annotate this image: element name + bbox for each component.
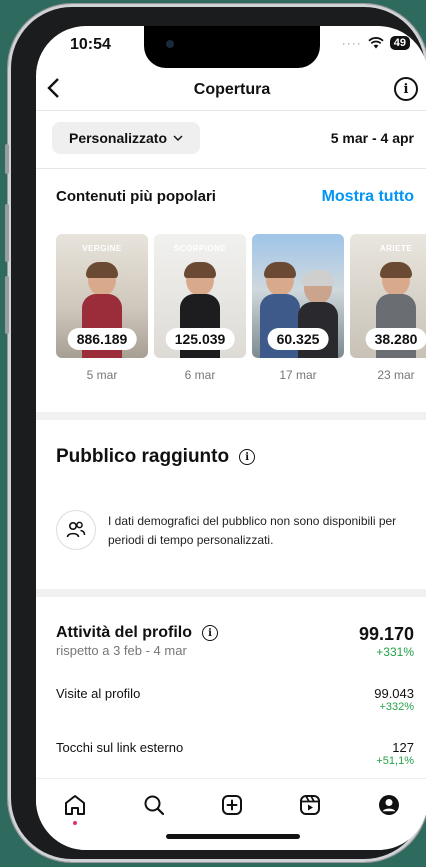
reels-icon[interactable] — [296, 791, 324, 819]
info-icon[interactable]: i — [202, 625, 218, 641]
volume-down-button — [5, 276, 9, 334]
profile-activity-label: Attività del profilo — [56, 624, 192, 641]
reach-count: 38.280 — [365, 328, 426, 350]
reach-count: 886.189 — [67, 328, 137, 350]
signal-icon: ···· — [341, 36, 362, 50]
content-date: 23 mar — [377, 368, 415, 382]
create-icon[interactable] — [218, 791, 246, 819]
metric-value: 127 — [392, 740, 414, 755]
metric-label: Visite al profilo — [56, 686, 141, 701]
metric-value: 99.043 — [374, 686, 414, 701]
reach-count: 125.039 — [165, 328, 235, 350]
thumbnail-dates: 5 mar 6 mar 17 mar 23 mar — [56, 368, 426, 382]
divider — [36, 110, 426, 111]
profile-activity-delta: +331% — [376, 645, 414, 659]
status-time: 10:54 — [70, 36, 111, 53]
thumbnail-caption: ARIETE — [379, 244, 413, 253]
content-date: 17 mar — [279, 368, 317, 382]
content-date: 5 mar — [86, 368, 118, 382]
thumbnail-caption: SCORPIONE — [173, 244, 227, 253]
metric-delta: +332% — [379, 701, 414, 713]
audience-notice: I dati demografici del pubblico non sono… — [56, 510, 416, 550]
period-filter-button[interactable]: Personalizzato — [52, 122, 200, 154]
thumbnail-caption: VERGINE — [82, 244, 122, 253]
content-thumbnail[interactable]: ARIETE 38.280 — [350, 234, 426, 358]
divider — [36, 168, 426, 169]
top-bar: Copertura i — [36, 71, 426, 109]
audience-section-title: Pubblico raggiunto i — [56, 446, 256, 468]
info-icon[interactable]: i — [394, 77, 418, 101]
page-title: Copertura — [193, 81, 271, 98]
date-range: 5 mar - 4 apr — [330, 130, 414, 146]
reach-count: 60.325 — [267, 328, 329, 350]
profile-activity-total: 99.170 — [358, 624, 414, 644]
audience-title-text: Pubblico raggiunto — [56, 446, 230, 467]
battery-indicator: 49 — [389, 36, 410, 50]
show-all-link[interactable]: Mostra tutto — [322, 188, 414, 206]
content-thumbnail[interactable]: VERGINE 886.189 — [56, 234, 148, 358]
audience-message: I dati demografici del pubblico non sono… — [108, 514, 397, 547]
info-icon[interactable]: i — [239, 449, 256, 465]
section-separator — [36, 412, 426, 420]
comparison-period: rispetto a 3 feb - 4 mar — [56, 643, 187, 658]
metric-row-profile-visits[interactable]: Visite al profilo 99.043 +332% — [56, 686, 414, 713]
content-thumbnail[interactable]: 60.325 — [252, 234, 344, 358]
wifi-icon — [368, 37, 384, 49]
content-date: 6 mar — [184, 368, 216, 382]
back-icon[interactable] — [46, 75, 60, 106]
metric-row-external-link-taps[interactable]: Tocchi sul link esterno 127 +51,1% — [56, 740, 414, 767]
popular-content-carousel: VERGINE 886.189 SCORPIONE 125.039 60.325… — [56, 234, 426, 358]
people-icon — [56, 510, 96, 550]
content-thumbnail[interactable]: SCORPIONE 125.039 — [154, 234, 246, 358]
screen: 10:54 ···· 49 Copertura i Personalizzato… — [36, 26, 426, 850]
camera — [166, 40, 174, 48]
bottom-navigation — [36, 778, 426, 850]
profile-activity-summary[interactable]: Attività del profilo i rispetto a 3 feb … — [56, 624, 414, 659]
metric-delta: +51,1% — [376, 755, 414, 767]
search-icon[interactable] — [140, 791, 168, 819]
metric-label: Tocchi sul link esterno — [56, 740, 184, 755]
volume-up-button — [5, 204, 9, 262]
popular-content-title: Contenuti più popolari — [56, 188, 216, 205]
home-indicator[interactable] — [166, 834, 300, 839]
period-filter-label: Personalizzato — [68, 130, 168, 146]
home-icon[interactable] — [61, 791, 89, 825]
section-separator — [36, 589, 426, 597]
dynamic-island — [144, 26, 320, 68]
profile-icon[interactable] — [375, 791, 403, 819]
chevron-down-icon — [173, 135, 183, 141]
profile-activity-title: Attività del profilo i — [56, 624, 218, 642]
status-indicators: ···· 49 — [342, 36, 410, 50]
notification-dot — [73, 821, 78, 825]
phone-frame: 10:54 ···· 49 Copertura i Personalizzato… — [5, 4, 426, 862]
mute-switch — [5, 144, 9, 174]
